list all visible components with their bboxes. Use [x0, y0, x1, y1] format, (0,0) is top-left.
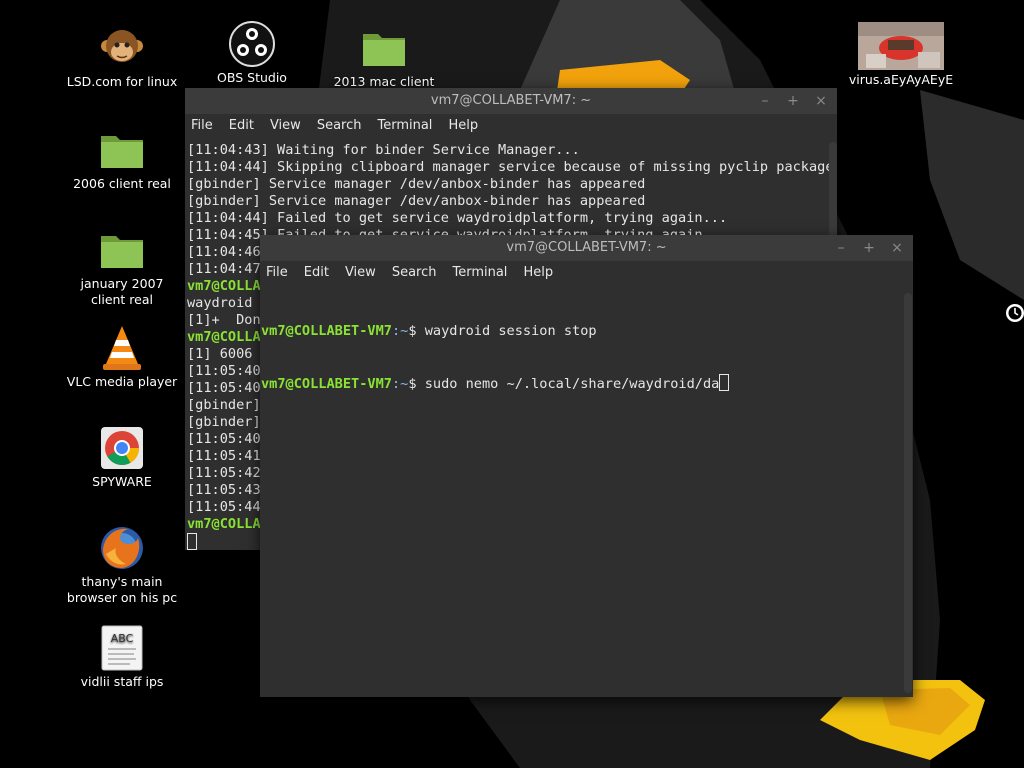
icon-label: thany's main browser on his pc	[66, 574, 178, 605]
menu-view[interactable]: View	[270, 118, 301, 133]
desktop-icon-lsd[interactable]: LSD.com for linux	[62, 24, 182, 90]
terminal-line: [gbinder] Service manager /dev/anbox-bin…	[187, 176, 646, 192]
icon-label: january 2007 client real	[80, 276, 164, 307]
image-thumbnail-icon	[858, 22, 944, 70]
terminal-line: vm7@COLLABET-VM7:~$ waydroid session sto…	[261, 323, 913, 340]
menu-terminal[interactable]: Terminal	[377, 118, 432, 133]
maximize-icon[interactable]: +	[859, 235, 879, 261]
menu-bar: File Edit View Search Terminal Help	[260, 261, 913, 285]
desktop-icon-vidlii-staff-ips[interactable]: ABC vidlii staff ips	[62, 624, 182, 690]
icon-label: SPYWARE	[92, 474, 152, 489]
maximize-icon[interactable]: +	[783, 88, 803, 114]
firefox-icon	[98, 524, 146, 572]
menu-file[interactable]: File	[191, 118, 213, 133]
prompt-path: :~	[391, 376, 409, 392]
menu-bar: File Edit View Search Terminal Help	[185, 114, 837, 138]
prompt-symbol: $	[408, 376, 417, 392]
titlebar[interactable]: vm7@COLLABET-VM7: ~ – + ×	[185, 88, 837, 114]
desktop-icon-2006-client-real[interactable]: 2006 client real	[62, 126, 182, 192]
command-input[interactable]: sudo nemo ~/.local/share/waydroid/da	[425, 376, 720, 392]
terminal-output[interactable]: vm7@COLLABET-VM7:~$ waydroid session sto…	[260, 289, 913, 697]
menu-search[interactable]: Search	[317, 118, 362, 133]
menu-edit[interactable]: Edit	[229, 118, 254, 133]
window-title: vm7@COLLABET-VM7: ~	[506, 240, 667, 255]
monkey-icon	[98, 24, 146, 72]
desktop-icon-obs[interactable]: OBS Studio	[192, 20, 312, 86]
front-terminal-window[interactable]: vm7@COLLABET-VM7: ~ – + × File Edit View Se…	[260, 235, 913, 697]
desktop-icon-january-2007-client-real[interactable]: january 2007 client real	[62, 226, 182, 308]
prompt-path: :~	[391, 323, 409, 339]
text-cursor	[719, 374, 730, 391]
desktop-icon-spyware[interactable]: SPYWARE	[62, 424, 182, 490]
minimize-icon[interactable]: –	[755, 88, 775, 114]
scrollbar[interactable]	[904, 293, 912, 693]
prompt-host: vm7@COLLABET-VM7	[261, 376, 392, 392]
menu-help[interactable]: Help	[523, 265, 553, 280]
titlebar[interactable]: vm7@COLLABET-VM7: ~ – + ×	[260, 235, 913, 261]
svg-text:ABC: ABC	[111, 632, 134, 645]
menu-terminal[interactable]: Terminal	[452, 265, 507, 280]
terminal-line: vm7@COLLABET-VM7:~$ sudo nemo ~/.local/s…	[261, 374, 913, 392]
menu-view[interactable]: View	[345, 265, 376, 280]
desktop-icon-firefox[interactable]: thany's main browser on his pc	[62, 524, 182, 606]
close-icon[interactable]: ×	[811, 88, 831, 114]
terminal-line: [11:04:44] Failed to get service waydroi…	[187, 210, 728, 226]
text-file-icon: ABC	[98, 624, 146, 672]
obs-icon	[228, 20, 276, 68]
desktop-icon-2013-mac-client[interactable]: 2013 mac client	[324, 24, 444, 90]
command-text: waydroid session stop	[424, 323, 597, 339]
close-icon[interactable]: ×	[887, 235, 907, 261]
clock-icon[interactable]	[1004, 302, 1024, 324]
minimize-icon[interactable]: –	[831, 235, 851, 261]
terminal-line: [gbinder] Service manager /dev/anbox-bin…	[187, 193, 646, 209]
folder-icon	[98, 226, 146, 274]
icon-label: LSD.com for linux	[66, 74, 178, 89]
desktop-icon-vlc[interactable]: VLC media player	[62, 324, 182, 390]
icon-label: vidlii staff ips	[80, 674, 164, 689]
folder-icon	[98, 126, 146, 174]
chrome-icon	[98, 424, 146, 472]
icon-label: 2006 client real	[73, 176, 171, 191]
icon-label: VLC media player	[66, 374, 178, 389]
terminal-line: [11:04:43] Waiting for binder Service Ma…	[187, 142, 580, 158]
menu-file[interactable]: File	[266, 265, 288, 280]
prompt-symbol: $	[408, 323, 417, 339]
prompt-host: vm7@COLLABET-VM7	[261, 323, 392, 339]
vlc-icon	[98, 324, 146, 372]
folder-icon	[360, 24, 408, 72]
icon-label: OBS Studio	[217, 70, 287, 85]
icon-label: virus.aEyAyAEyE	[848, 72, 954, 87]
terminal-line: [11:04:44] Skipping clipboard manager se…	[187, 159, 834, 175]
menu-edit[interactable]: Edit	[304, 265, 329, 280]
window-title: vm7@COLLABET-VM7: ~	[430, 93, 592, 108]
menu-search[interactable]: Search	[392, 265, 437, 280]
text-cursor	[187, 533, 197, 550]
desktop-icon-virus[interactable]: virus.aEyAyAEyE	[841, 22, 961, 88]
menu-help[interactable]: Help	[448, 118, 478, 133]
